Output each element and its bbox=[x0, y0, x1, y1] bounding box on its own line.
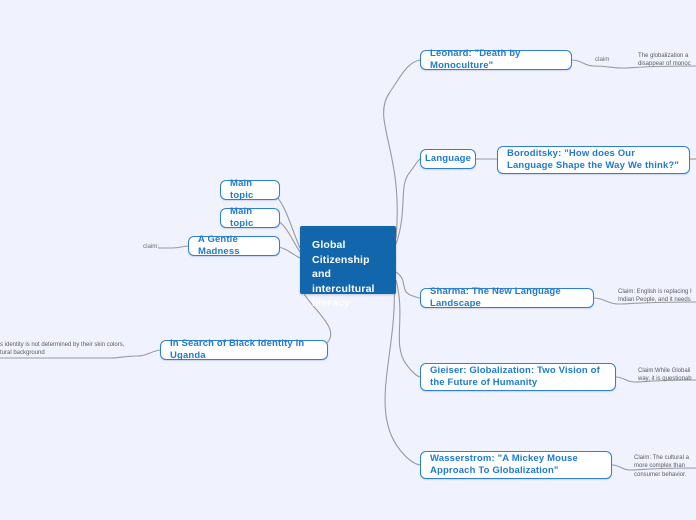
node-gieiser-label: Gieiser: Globalization: Two Vision of th… bbox=[430, 365, 600, 388]
note-black-identity: s identity is not determined by their sk… bbox=[0, 342, 125, 357]
note-gieiser-claim: Claim:While Globali way, it is questiona… bbox=[638, 368, 692, 383]
edge-central-sharma bbox=[395, 271, 421, 299]
edge-central-language bbox=[395, 158, 421, 245]
node-wasserstrom-a-mickey-mouse-approach-to-globalization[interactable]: Wasserstrom: "A Mickey Mouse Approach To… bbox=[420, 451, 612, 479]
edge-central-leonard bbox=[383, 59, 421, 239]
node-in-search-of-black-identity-in-uganda[interactable]: In Search of Black Identity in Uganda bbox=[160, 338, 328, 361]
edge-central-gieiser bbox=[395, 279, 421, 378]
node-in-search-of-black-identity-in-uganda-label: In Search of Black Identity in Uganda bbox=[170, 338, 305, 361]
edge-central-wasserstrom bbox=[384, 283, 421, 466]
note-sharma-claim: Claim: English is replacing I Indian Peo… bbox=[618, 289, 692, 304]
node-boroditsky-how-does-our-language-shape-the-way-we-think[interactable]: Boroditsky: "How does Our Language Shape… bbox=[497, 146, 690, 174]
node-language[interactable]: Language bbox=[420, 149, 476, 169]
edge-label-gentle-madness-claim: claim: bbox=[143, 243, 160, 250]
node-sharma-label: Sharma: The New Language Landscape bbox=[430, 286, 561, 309]
node-main-topic-2[interactable]: Main topic bbox=[220, 206, 280, 229]
node-leonard-death-by-monoculture[interactable]: Leonard: "Death by Monoculture" bbox=[420, 48, 572, 71]
mindmap-canvas[interactable]: Global Citizenship and intercultural lit… bbox=[0, 0, 696, 520]
node-main-topic-1-label: Main topic bbox=[230, 178, 254, 201]
note-wasserstrom-claim: Claim: The cultural a more complex than … bbox=[634, 455, 689, 478]
central-node[interactable]: Global Citizenship and intercultural lit… bbox=[300, 226, 396, 309]
node-wasserstrom-label: Wasserstrom: "A Mickey Mouse Approach To… bbox=[430, 453, 578, 476]
node-boroditsky-label: Boroditsky: "How does Our Language Shape… bbox=[507, 148, 680, 171]
central-node-label: Global Citizenship and intercultural lit… bbox=[312, 239, 375, 309]
node-language-label: Language bbox=[424, 153, 472, 164]
node-a-gentle-madness-label: A Gentle Madness bbox=[198, 234, 240, 257]
edge-label-leonard-claim: claim bbox=[595, 56, 610, 63]
node-leonard-label: Leonard: "Death by Monoculture" bbox=[430, 48, 521, 71]
edge-gentle-note bbox=[158, 245, 191, 249]
note-leonard-claim: The globalization a disappear of monoc bbox=[638, 53, 691, 68]
node-a-gentle-madness[interactable]: A Gentle Madness bbox=[188, 234, 280, 257]
node-sharma-the-new-language-landscape[interactable]: Sharma: The New Language Landscape bbox=[420, 286, 594, 309]
node-main-topic-1[interactable]: Main topic bbox=[220, 178, 280, 201]
node-main-topic-2-label: Main topic bbox=[230, 206, 254, 229]
node-gieiser-globalization-two-vision-of-the-future-of-humanity[interactable]: Gieiser: Globalization: Two Vision of th… bbox=[420, 363, 616, 391]
